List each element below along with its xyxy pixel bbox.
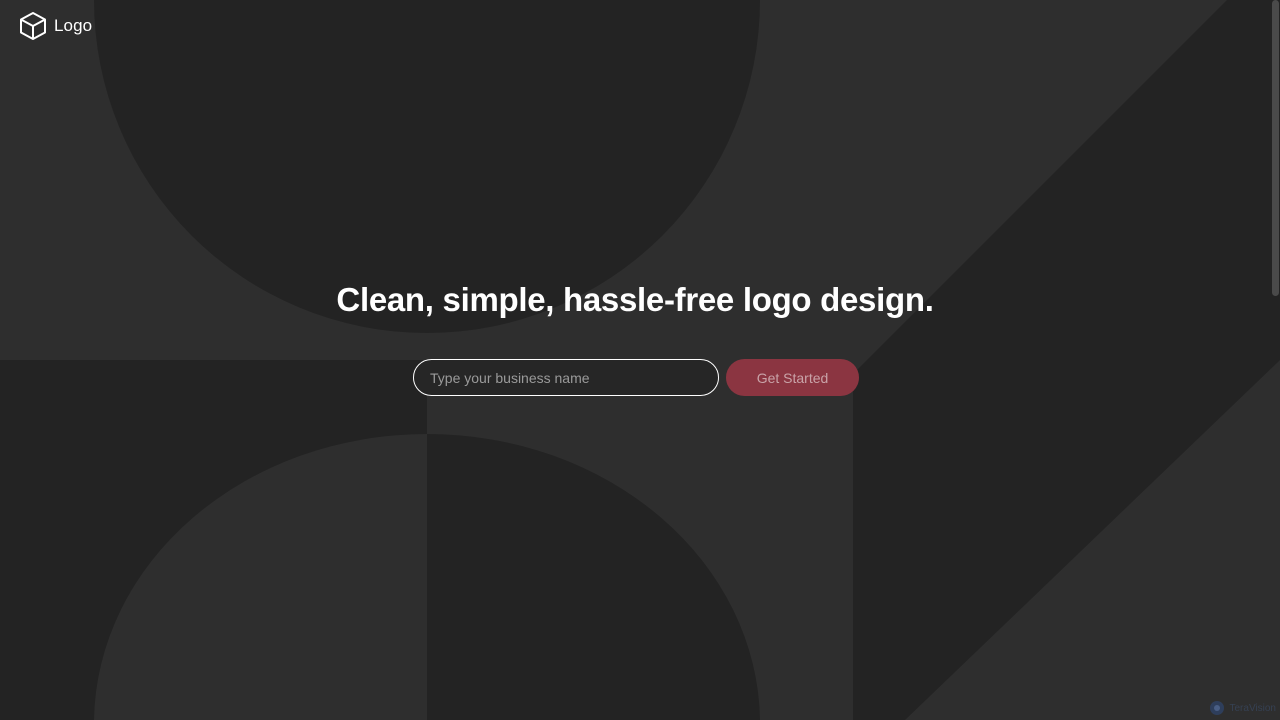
logo-link[interactable]: Logo	[19, 11, 92, 41]
cube-icon	[20, 12, 46, 40]
landing-page: Logo Clean, simple, hassle-free logo des…	[0, 0, 1280, 720]
business-name-input[interactable]	[413, 359, 719, 396]
hero-headline: Clean, simple, hassle-free logo design.	[336, 281, 934, 318]
scrollbar[interactable]	[1271, 0, 1280, 720]
scrollbar-thumb[interactable]	[1272, 0, 1279, 296]
corner-badge: TeraVision	[1209, 700, 1276, 716]
logo-text: Logo	[54, 16, 93, 35]
get-started-button[interactable]: Get Started	[726, 359, 859, 396]
badge-icon	[1210, 701, 1225, 715]
badge-text: TeraVision	[1229, 702, 1276, 714]
